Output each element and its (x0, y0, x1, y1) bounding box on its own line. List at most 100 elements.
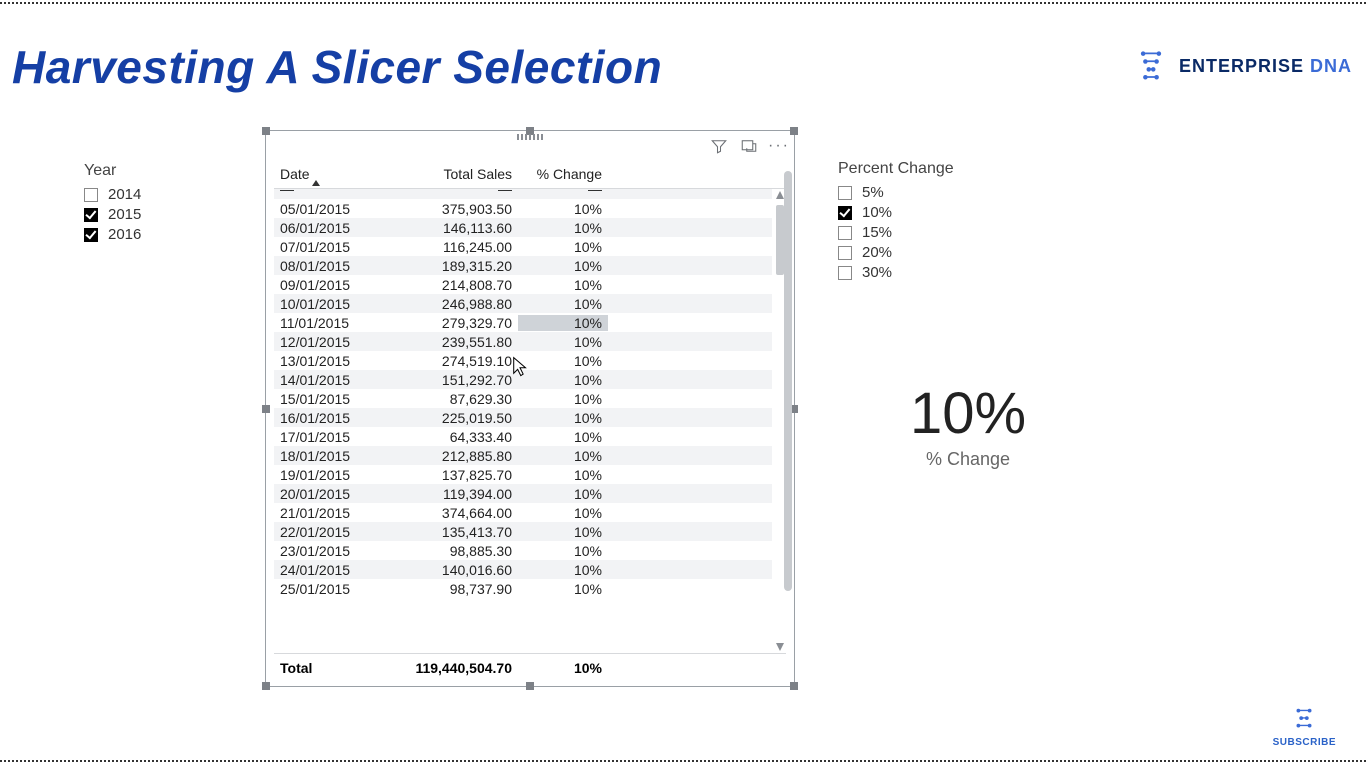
table-row[interactable]: 25/01/201598,737.9010% (274, 579, 772, 598)
cell-date: 05/01/2015 (278, 201, 388, 217)
cell-pct-change: 10% (518, 581, 608, 597)
table-row[interactable]: 09/01/2015214,808.7010% (274, 275, 772, 294)
total-pct: 10% (518, 660, 608, 676)
cell-pct-change: 10% (518, 220, 608, 236)
cell-total-sales: 137,825.70 (388, 467, 518, 483)
total-label: Total (278, 660, 388, 676)
cell-date: 10/01/2015 (278, 296, 388, 312)
table-row[interactable]: 21/01/2015374,664.0010% (274, 503, 772, 522)
pct-option[interactable]: 5% (838, 184, 1038, 201)
resize-handle[interactable] (262, 405, 270, 413)
cell-pct-change: 10% (518, 334, 608, 350)
filter-icon[interactable] (710, 137, 728, 155)
pct-option[interactable]: 20% (838, 244, 1038, 261)
percent-change-slicer[interactable]: Percent Change 5%10%15%20%30% (838, 160, 1038, 281)
checkbox-icon[interactable] (84, 188, 98, 202)
table-row[interactable]: 08/01/2015189,315.2010% (274, 256, 772, 275)
table-body[interactable]: ——— 05/01/2015375,903.5010%06/01/2015146… (274, 189, 786, 653)
checkbox-icon[interactable] (838, 226, 852, 240)
scroll-thumb[interactable] (776, 205, 784, 275)
table-row[interactable]: 12/01/2015239,551.8010% (274, 332, 772, 351)
pct-option-label: 5% (862, 184, 884, 201)
column-header-pct-change[interactable]: % Change (518, 166, 608, 182)
brand-name-b: DNA (1310, 56, 1352, 76)
resize-handle[interactable] (526, 682, 534, 690)
brand-logo: ENTERPRISE DNA (1133, 48, 1352, 84)
subscribe-button[interactable]: SUBSCRIBE (1273, 705, 1336, 748)
cell-pct-change: 10% (518, 486, 608, 502)
page-top-border (0, 2, 1366, 4)
year-option[interactable]: 2014 (84, 186, 234, 203)
table-row[interactable]: 14/01/2015151,292.7010% (274, 370, 772, 389)
resize-handle[interactable] (262, 682, 270, 690)
resize-handle[interactable] (790, 682, 798, 690)
table-row[interactable]: 10/01/2015246,988.8010% (274, 294, 772, 313)
year-slicer[interactable]: Year 201420152016 (84, 162, 234, 243)
table-visual[interactable]: ··· Date Total Sales % Change ——— 05/01/… (265, 130, 795, 687)
cell-pct-change: 10% (518, 372, 608, 388)
table-row[interactable]: 20/01/2015119,394.0010% (274, 484, 772, 503)
checkbox-icon[interactable] (838, 186, 852, 200)
pct-option[interactable]: 15% (838, 224, 1038, 241)
table: Date Total Sales % Change ——— 05/01/2015… (274, 163, 786, 680)
year-option[interactable]: 2015 (84, 206, 234, 223)
cell-total-sales: 135,413.70 (388, 524, 518, 540)
column-header-total-sales[interactable]: Total Sales (388, 166, 518, 182)
table-row[interactable]: ——— (274, 189, 772, 199)
pct-option[interactable]: 30% (838, 264, 1038, 281)
sort-asc-icon (312, 180, 320, 186)
cell-total-sales: 189,315.20 (388, 258, 518, 274)
checkbox-icon[interactable] (838, 206, 852, 220)
checkbox-icon[interactable] (838, 246, 852, 260)
scroll-down-icon[interactable] (776, 643, 784, 651)
cell-date: 16/01/2015 (278, 410, 388, 426)
table-row[interactable]: 18/01/2015212,885.8010% (274, 446, 772, 465)
total-sales: 119,440,504.70 (388, 660, 518, 676)
cell-date: 24/01/2015 (278, 562, 388, 578)
year-option-label: 2014 (108, 186, 141, 203)
cell-date: 18/01/2015 (278, 448, 388, 464)
resize-handle[interactable] (790, 127, 798, 135)
card-value: 10% (838, 380, 1098, 447)
scrollbar-outer[interactable] (784, 171, 792, 591)
table-row[interactable]: 15/01/201587,629.3010% (274, 389, 772, 408)
more-options-icon[interactable]: ··· (770, 137, 788, 155)
focus-mode-icon[interactable] (740, 137, 758, 155)
table-header-row[interactable]: Date Total Sales % Change (274, 163, 786, 189)
cell-total-sales: 98,885.30 (388, 543, 518, 559)
cell-date: 09/01/2015 (278, 277, 388, 293)
table-row[interactable]: 07/01/2015116,245.0010% (274, 237, 772, 256)
cell-total-sales: 146,113.60 (388, 220, 518, 236)
table-row[interactable]: 24/01/2015140,016.6010% (274, 560, 772, 579)
column-header-date[interactable]: Date (278, 166, 388, 182)
cell-pct-change: 10% (518, 391, 608, 407)
page-title: Harvesting A Slicer Selection (12, 40, 662, 94)
dna-icon (1289, 705, 1319, 735)
table-row[interactable]: 19/01/2015137,825.7010% (274, 465, 772, 484)
year-option-label: 2016 (108, 226, 141, 243)
cell-date: 20/01/2015 (278, 486, 388, 502)
table-row[interactable]: 16/01/2015225,019.5010% (274, 408, 772, 427)
cell-total-sales: 151,292.70 (388, 372, 518, 388)
table-row[interactable]: 13/01/2015274,519.1010% (274, 351, 772, 370)
table-row[interactable]: 22/01/2015135,413.7010% (274, 522, 772, 541)
pct-change-card[interactable]: 10% % Change (838, 380, 1098, 470)
cell-pct-change: 10% (518, 562, 608, 578)
drag-grip-icon[interactable] (517, 134, 543, 140)
cell-total-sales: 116,245.00 (388, 239, 518, 255)
table-row[interactable]: 11/01/2015279,329.7010% (274, 313, 772, 332)
pct-option[interactable]: 10% (838, 204, 1038, 221)
dna-icon (1133, 48, 1169, 84)
checkbox-icon[interactable] (84, 228, 98, 242)
scroll-up-icon[interactable] (776, 191, 784, 199)
resize-handle[interactable] (262, 127, 270, 135)
table-row[interactable]: 06/01/2015146,113.6010% (274, 218, 772, 237)
table-row[interactable]: 17/01/201564,333.4010% (274, 427, 772, 446)
checkbox-icon[interactable] (838, 266, 852, 280)
year-option[interactable]: 2016 (84, 226, 234, 243)
table-row[interactable]: 23/01/201598,885.3010% (274, 541, 772, 560)
checkbox-icon[interactable] (84, 208, 98, 222)
cell-date: 07/01/2015 (278, 239, 388, 255)
pct-option-label: 15% (862, 224, 892, 241)
table-row[interactable]: 05/01/2015375,903.5010% (274, 199, 772, 218)
